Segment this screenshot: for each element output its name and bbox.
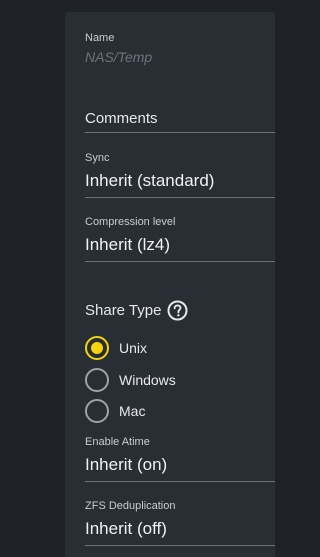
radio-label: Windows (119, 372, 176, 388)
radio-label: Mac (119, 403, 146, 419)
compression-select[interactable]: Compression level Inherit (lz4) (85, 216, 275, 262)
share-type-heading: Share Type (85, 300, 188, 321)
radio-label: Unix (119, 340, 148, 356)
radio-unchecked-icon[interactable] (85, 368, 109, 392)
dedup-underline (85, 545, 275, 546)
sync-select[interactable]: Sync Inherit (standard) (85, 152, 275, 198)
atime-underline (85, 481, 275, 482)
sync-underline (85, 197, 275, 198)
radio-unchecked-icon[interactable] (85, 399, 109, 423)
compression-value: Inherit (lz4) (85, 235, 171, 254)
atime-select[interactable]: Enable Atime Inherit (on) (85, 436, 275, 482)
dedup-value: Inherit (off) (85, 519, 167, 538)
atime-value: Inherit (on) (85, 455, 168, 474)
compression-underline (85, 261, 275, 262)
help-circle-icon[interactable] (167, 300, 188, 321)
compression-label: Compression level (85, 216, 176, 228)
name-field: Name NAS/Temp (85, 32, 275, 66)
comments-underline (85, 132, 275, 133)
share-type-option-windows[interactable]: Windows (85, 368, 176, 392)
sync-label: Sync (85, 152, 110, 164)
name-value: NAS/Temp (85, 49, 153, 65)
share-type-title: Share Type (85, 302, 162, 319)
dedup-label: ZFS Deduplication (85, 500, 176, 512)
share-type-option-unix[interactable]: Unix (85, 336, 147, 360)
sync-value: Inherit (standard) (85, 171, 215, 190)
dedup-select[interactable]: ZFS Deduplication Inherit (off) (85, 500, 275, 546)
page: Name NAS/Temp Comments Sync Inherit (sta… (0, 0, 275, 557)
comments-input[interactable]: Comments (85, 110, 275, 134)
share-type-option-mac[interactable]: Mac (85, 399, 145, 423)
comments-placeholder: Comments (85, 110, 158, 127)
radio-checked-icon[interactable] (85, 336, 109, 360)
dataset-options-panel: Name NAS/Temp Comments Sync Inherit (sta… (65, 12, 275, 557)
name-label: Name (85, 32, 115, 44)
atime-label: Enable Atime (85, 436, 150, 448)
